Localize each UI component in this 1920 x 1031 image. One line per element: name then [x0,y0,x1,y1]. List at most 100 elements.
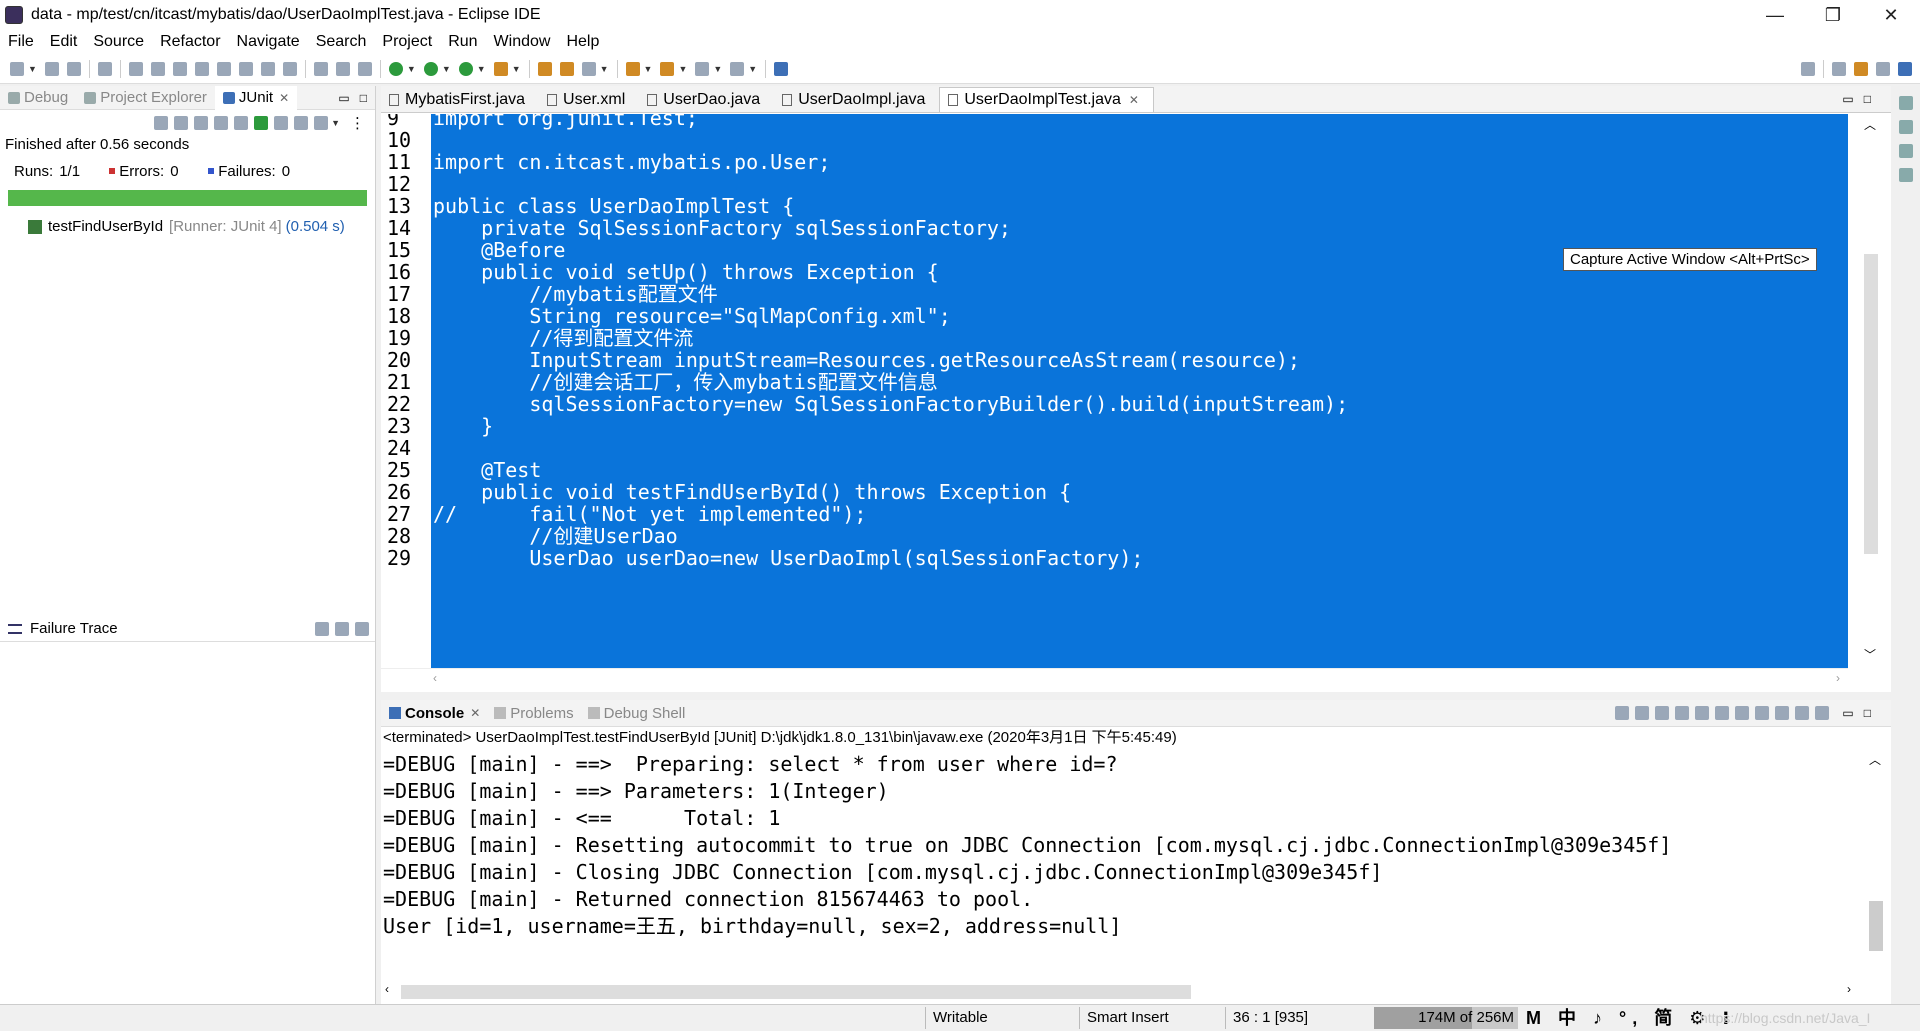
scroll-down-icon[interactable]: ﹀ [1864,646,1876,663]
minimize-editor-icon[interactable]: ▭ [1842,92,1853,106]
new-icon[interactable] [10,61,24,76]
tab-debug-shell[interactable]: Debug Shell [584,705,696,722]
chevron-down-icon[interactable]: ▼ [748,64,757,74]
compare-icon[interactable] [315,621,329,636]
coverage-icon[interactable] [458,61,473,76]
display-console-icon[interactable] [1795,706,1810,720]
scroll-up-icon[interactable]: ︿ [1869,751,1881,768]
toggle-block-icon[interactable] [313,61,328,76]
run-icon[interactable] [423,61,438,76]
save-all-icon[interactable] [66,61,81,76]
filter-stack-icon[interactable] [335,621,349,636]
save-icon[interactable] [44,61,59,76]
java-perspective-icon[interactable] [1854,61,1868,76]
menu-source[interactable]: Source [85,33,152,51]
step-return-icon[interactable] [282,61,297,76]
chevron-down-icon[interactable]: ▼ [600,64,609,74]
search-tool-icon[interactable] [581,61,596,76]
chevron-down-icon[interactable]: ▼ [477,64,486,74]
open-task-icon[interactable] [559,61,574,76]
show-whitespace-icon[interactable] [357,61,372,76]
debug-icon[interactable] [388,61,403,76]
open-type-icon[interactable] [537,61,552,76]
menu-run[interactable]: Run [440,33,485,51]
next-failure-icon[interactable] [154,116,169,130]
console-vertical-scrollbar[interactable]: ︿ [1861,751,1891,981]
chevron-down-icon[interactable]: ▼ [28,64,37,74]
scroll-left-icon[interactable]: ‹ [385,982,389,996]
maximize-view-icon[interactable]: □ [1864,706,1871,720]
remove-all-icon[interactable] [1655,706,1670,720]
chevron-down-icon[interactable]: ▼ [713,64,722,74]
close-tab-icon[interactable]: ✕ [470,706,480,720]
close-tab-icon[interactable]: ✕ [1129,93,1139,107]
open-console-icon[interactable] [1815,706,1830,720]
restore-button[interactable]: ❐ [1804,0,1862,30]
tab-userdao-java[interactable]: UserDao.java [639,87,774,112]
chevron-down-icon[interactable]: ▼ [678,64,687,74]
chevron-down-icon[interactable]: ▼ [512,64,521,74]
minimize-view-icon[interactable]: ▭ [338,91,349,105]
tab-debug[interactable]: Debug [0,89,76,106]
console-horizontal-scrollbar[interactable]: ‹ › [381,980,1861,1004]
tab-junit[interactable]: JUnit ✕ [214,85,298,110]
rerun-failed-icon[interactable] [274,116,289,130]
show-on-stderr-icon[interactable] [1755,706,1770,720]
restore-icon[interactable] [1898,96,1913,110]
console-scroll-thumb[interactable] [1869,901,1883,951]
menu-navigate[interactable]: Navigate [229,33,308,51]
show-failures-only-icon[interactable] [194,116,209,130]
editor-vertical-scrollbar[interactable]: ︿ ﹀ [1848,114,1891,668]
show-on-stdout-icon[interactable] [1735,706,1750,720]
chevron-down-icon[interactable]: ▼ [407,64,416,74]
view-menu-icon[interactable]: ⋮ [350,114,365,132]
resume-icon[interactable] [150,61,165,76]
remove-launch-icon[interactable] [1635,706,1650,720]
scroll-lock-icon[interactable] [214,116,229,130]
open-perspective-icon[interactable] [1832,61,1846,76]
terminate-icon[interactable] [1615,706,1630,720]
step-into-icon[interactable] [238,61,253,76]
breakpoints-icon[interactable] [1898,144,1913,158]
previous-failure-icon[interactable] [174,116,189,130]
external-tools-icon[interactable] [493,61,508,76]
pin-console-icon[interactable] [1775,706,1790,720]
word-wrap-icon[interactable] [335,61,350,76]
scroll-left-icon[interactable]: ‹ [433,671,437,685]
test-tree-item[interactable]: testFindUserById [Runner: JUnit 4] (0.50… [0,218,375,235]
variables-icon[interactable] [1898,120,1913,134]
layout-icon[interactable] [234,116,249,130]
close-tab-icon[interactable]: ✕ [279,91,289,105]
menu-search[interactable]: Search [308,33,375,51]
tab-console[interactable]: Console ✕ [385,705,490,722]
suspend-icon[interactable] [172,61,187,76]
active-perspective-icon[interactable] [1898,61,1912,76]
tab-userdaoimpl-java[interactable]: UserDaoImpl.java [774,87,939,112]
menu-edit[interactable]: Edit [42,33,86,51]
scroll-right-icon[interactable]: › [1847,982,1851,996]
search-icon[interactable] [1801,61,1815,76]
tab-userdaoimpltest-java[interactable]: UserDaoImplTest.java ✕ [939,87,1154,112]
console-output[interactable]: =DEBUG [main] - ==> Preparing: select * … [381,751,1861,940]
debug-perspective-icon[interactable] [1876,61,1890,76]
expressions-icon[interactable] [1898,168,1913,182]
terminate-icon[interactable] [194,61,209,76]
console-hscroll-thumb[interactable] [401,985,1191,999]
chevron-down-icon[interactable]: ▼ [442,64,451,74]
scroll-lock-icon[interactable] [1695,706,1710,720]
menu-project[interactable]: Project [374,33,440,51]
step-over-icon[interactable] [260,61,275,76]
minimize-button[interactable]: — [1746,0,1804,30]
scroll-up-icon[interactable]: ︿ [1864,116,1876,133]
close-button[interactable]: ✕ [1862,0,1920,30]
copy-trace-icon[interactable] [355,621,369,636]
chevron-down-icon[interactable]: ▼ [331,118,340,128]
terminal-icon[interactable] [97,61,112,76]
menu-refactor[interactable]: Refactor [152,33,228,51]
disconnect-icon[interactable] [216,61,231,76]
menu-file[interactable]: File [0,33,42,51]
maximize-editor-icon[interactable]: □ [1864,92,1871,106]
editor-horizontal-scrollbar[interactable]: ‹ › [381,668,1848,692]
heap-status[interactable]: 174M of 256M [1374,1007,1518,1029]
maximize-view-icon[interactable]: □ [360,91,367,105]
